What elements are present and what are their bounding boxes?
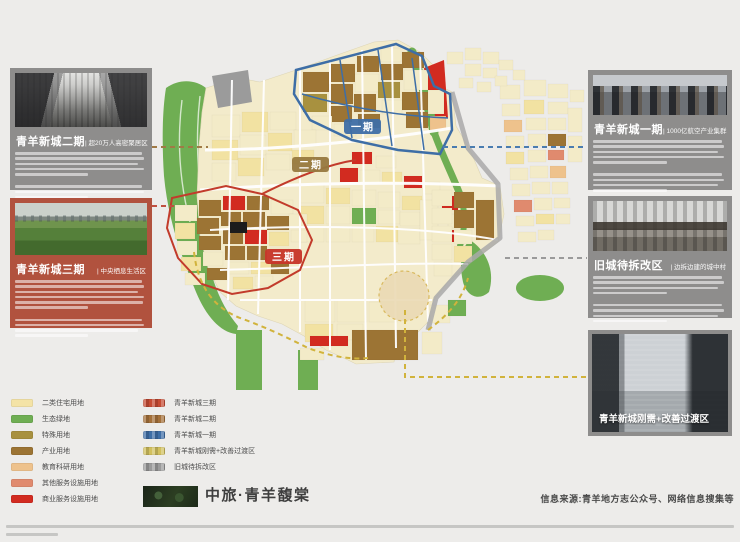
legend-left-column: 二类住宅用地 生态绿地特殊用地产业用地教育科研用地其他服务设施用地 商业服务设施用地 <box>11 399 98 503</box>
legend-label: 旧城待拆改区 <box>174 464 216 471</box>
legend-right-item-0: 青羊新城三期 <box>143 399 255 407</box>
legend-label: 生态绿地 <box>42 416 70 423</box>
legend-swatch <box>143 463 165 471</box>
phase-chip-2: 二期 <box>292 157 329 172</box>
disclaimer-line-1 <box>6 525 734 528</box>
callout-phase1-subtitle: | 1000亿航空产业集群 <box>663 128 727 135</box>
legend-label: 青羊新城二期 <box>174 416 216 423</box>
phase-chip-3: 三期 <box>265 249 302 264</box>
callout-oldtown-title: 旧城待拆改区 <box>594 260 663 272</box>
legend-swatch <box>11 415 33 423</box>
legend-right-item-3: 青羊新城刚需+改善过渡区 <box>143 447 255 455</box>
photo-phase2 <box>15 73 147 127</box>
legend-label: 教育科研用地 <box>42 464 84 471</box>
source-note: 信息来源:青羊地方志公众号、网络信息搜集等 <box>540 494 734 504</box>
legend-right-column: 青羊新城三期 青羊新城二期 青羊新城一期青羊新城刚需+改善过渡区 旧城待拆改区 <box>143 399 255 471</box>
brand-logo-thumbnail <box>143 486 198 507</box>
legend-swatch <box>11 463 33 471</box>
green-parcel-s1 <box>236 330 262 390</box>
legend-label: 特殊用地 <box>42 432 70 439</box>
callout-phase3-title: 青羊新城三期 <box>16 264 85 276</box>
legend-swatch <box>11 447 33 455</box>
legend-right-item-4: 旧城待拆改区 <box>143 463 255 471</box>
callout-transition: 青羊新城刚需+改善过渡区 <box>588 330 732 436</box>
legend-label: 其他服务设施用地 <box>42 480 98 487</box>
phase-chip-1: 一期 <box>344 119 381 134</box>
brand-name: 中旅·青羊馥棠 <box>205 487 311 504</box>
green-blob-se2 <box>516 275 564 301</box>
photo-phase3 <box>15 203 147 255</box>
legend-swatch <box>143 415 165 423</box>
poster-canvas: 一期 二期 三期 青羊新城二期 | 超20万人高密聚居区 青羊新城三期 | 中央… <box>0 0 740 542</box>
callout-phase2-body <box>15 152 147 199</box>
callout-transition-title: 青羊新城刚需+改善过渡区 <box>599 414 710 425</box>
legend-label: 青羊新城刚需+改善过渡区 <box>174 448 256 455</box>
callout-phase2: 青羊新城二期 | 超20万人高密聚居区 <box>10 68 152 199</box>
legend-label: 商业服务设施用地 <box>42 496 98 503</box>
legend-label: 产业用地 <box>42 448 70 455</box>
legend-left-item-0: 二类住宅用地 <box>11 399 98 407</box>
callout-oldtown: 旧城待拆改区 | 边拆边建的城中村 <box>588 196 732 323</box>
legend-swatch <box>11 431 33 439</box>
legend-left-item-2: 特殊用地 <box>11 431 98 439</box>
callout-phase3-body <box>15 280 147 337</box>
legend-swatch <box>143 399 165 407</box>
phase2-label: 二期 <box>299 159 323 172</box>
callout-phase2-title: 青羊新城二期 <box>16 136 85 148</box>
callout-phase1-title: 青羊新城一期 <box>594 124 663 136</box>
legend-left-item-5: 其他服务设施用地 <box>11 479 98 487</box>
legend-left-item-1: 生态绿地 <box>11 415 98 423</box>
photo-oldtown <box>593 201 727 251</box>
photo-transition: 青羊新城刚需+改善过渡区 <box>592 334 728 432</box>
legend-label: 二类住宅用地 <box>42 400 84 407</box>
callout-phase1: 青羊新城一期 | 1000亿航空产业集群 <box>588 70 732 192</box>
callout-phase3: 青羊新城三期 | 中央栖息生活区 <box>10 198 152 337</box>
disclaimer-line-2 <box>6 533 58 536</box>
photo-phase1 <box>593 75 727 115</box>
legend-left-item-3: 产业用地 <box>11 447 98 455</box>
legend-label: 青羊新城三期 <box>174 400 216 407</box>
phase1-label: 一期 <box>351 121 375 134</box>
legend-left-item-6: 商业服务设施用地 <box>11 495 98 503</box>
legend-swatch <box>11 495 33 503</box>
legend-swatch <box>143 431 165 439</box>
callout-oldtown-body <box>593 276 727 323</box>
black-parcel <box>230 222 247 233</box>
callout-phase1-body <box>593 140 727 192</box>
callout-oldtown-subtitle: | 边拆边建的城中村 <box>670 264 727 271</box>
legend-right-item-1: 青羊新城二期 <box>143 415 255 423</box>
legend-swatch <box>11 399 33 407</box>
legend-left-item-4: 教育科研用地 <box>11 463 98 471</box>
legend-swatch <box>11 479 33 487</box>
legend-swatch <box>143 447 165 455</box>
callout-phase2-subtitle: | 超20万人高密聚居区 <box>85 140 148 147</box>
phase3-label: 三期 <box>272 251 296 264</box>
legend-label: 青羊新城一期 <box>174 432 216 439</box>
callout-phase3-subtitle: | 中央栖息生活区 <box>97 268 146 275</box>
legend-right-item-2: 青羊新城一期 <box>143 431 255 439</box>
